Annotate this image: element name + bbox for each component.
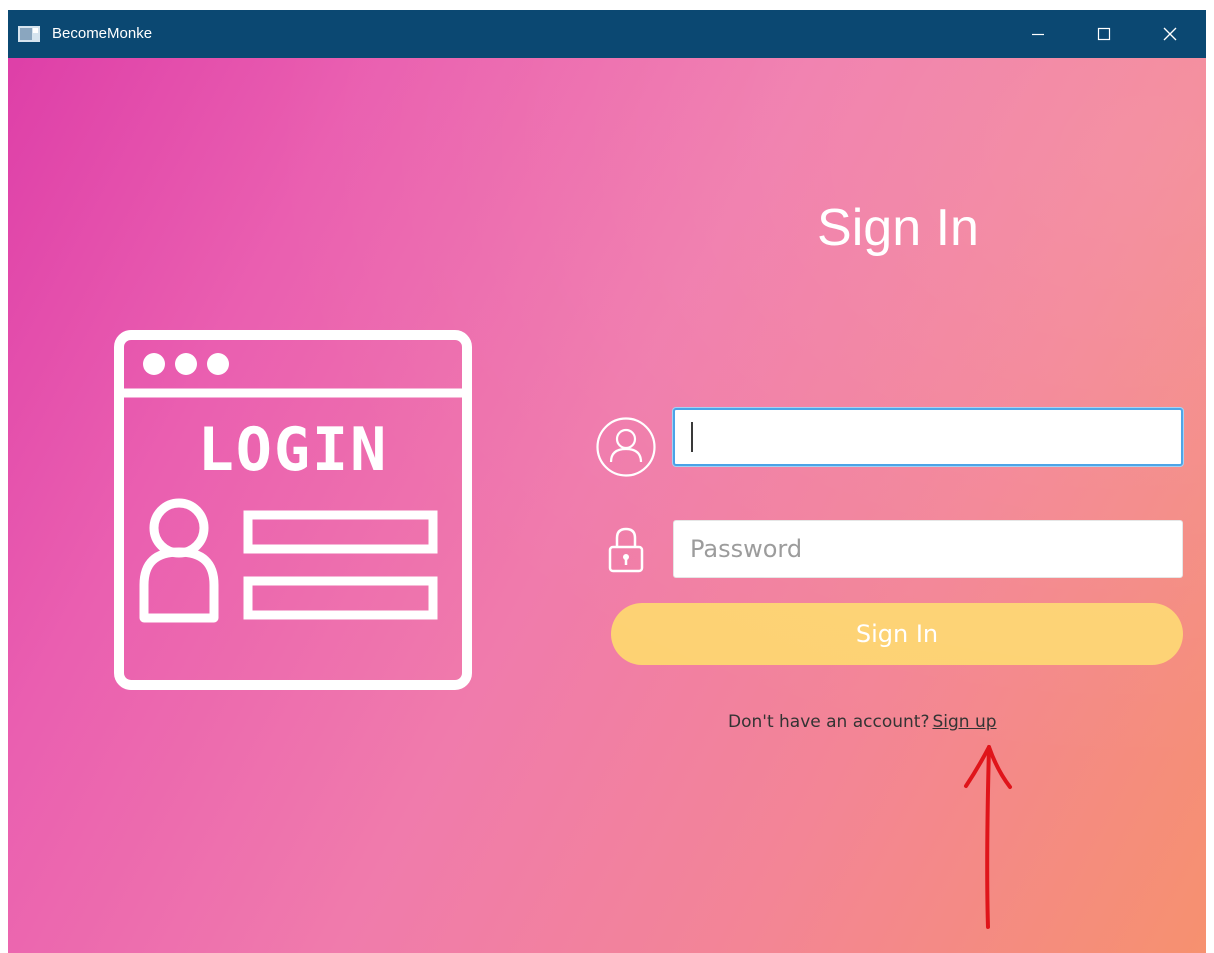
lock-icon [608, 527, 644, 573]
title-bar[interactable]: BecomeMonke [8, 10, 1206, 58]
close-icon [1163, 27, 1177, 41]
red-arrow-annotation [964, 745, 1012, 929]
username-field[interactable] [673, 408, 1183, 466]
user-circle-icon [596, 417, 656, 477]
login-window-illustration: LOGIN [114, 330, 472, 690]
window-title: BecomeMonke [52, 25, 153, 42]
password-placeholder: Password [690, 535, 803, 563]
login-screen: LOGIN Sign In Password Sign In Don't hav… [8, 58, 1206, 953]
minimize-button[interactable] [1005, 10, 1071, 58]
maximize-button[interactable] [1071, 10, 1137, 58]
maximize-icon [1097, 27, 1111, 41]
illustration-login-text: LOGIN [198, 415, 389, 485]
sign-in-button[interactable]: Sign In [611, 603, 1183, 665]
app-icon [18, 26, 40, 42]
app-window: BecomeMonke LOGIN Sign In Password Sign … [8, 10, 1206, 953]
page-title: Sign In [817, 199, 979, 257]
signup-prompt: Don't have an account? [728, 712, 930, 732]
password-field[interactable]: Password [673, 520, 1183, 578]
close-button[interactable] [1137, 10, 1203, 58]
minimize-icon [1032, 33, 1044, 36]
signup-prompt-line: Don't have an account? Sign up [728, 711, 997, 733]
sign-up-link[interactable]: Sign up [932, 712, 996, 732]
